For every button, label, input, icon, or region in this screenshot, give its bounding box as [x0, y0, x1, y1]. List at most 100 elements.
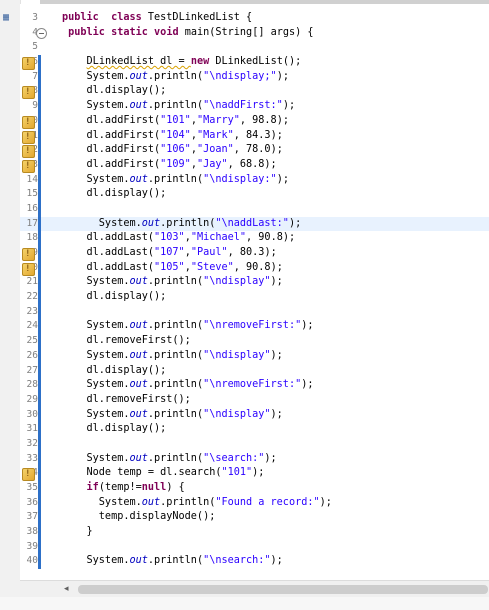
change-indicator — [38, 481, 41, 496]
code-line[interactable]: 35 if(temp!=null) { — [20, 481, 489, 496]
code-text[interactable]: dl.addFirst("109","Jay", 68.8); — [62, 158, 277, 173]
scroll-thumb[interactable] — [78, 585, 488, 594]
class-outline-icon[interactable]: ▦ — [3, 11, 17, 25]
code-text[interactable]: dl.addFirst("106","Joan", 78.0); — [62, 143, 283, 158]
code-text[interactable]: System.out.println("\nremoveFirst:"); — [62, 378, 314, 393]
warning-icon[interactable] — [22, 144, 35, 159]
code-text[interactable]: System.out.println("Found a record:"); — [62, 496, 332, 511]
code-text[interactable]: public static void main(String[] args) { — [62, 26, 313, 41]
code-line[interactable]: 38 } — [20, 525, 489, 540]
code-text[interactable]: DLinkedList dl = new DLinkedList(); — [62, 55, 302, 70]
code-text[interactable]: dl.display(); — [62, 187, 167, 202]
code-text[interactable]: dl.display(); — [62, 422, 167, 437]
code-line[interactable]: 33 System.out.println("\search:"); — [20, 451, 489, 467]
code-line[interactable]: 14 System.out.println("\ndisplay:"); — [20, 172, 489, 188]
code-line[interactable]: 28 System.out.println("\nremoveFirst:"); — [20, 378, 489, 393]
warning-icon[interactable] — [22, 130, 35, 144]
code-line[interactable]: 6 DLinkedList dl = new DLinkedList(); — [20, 55, 489, 71]
code-token: .println( — [147, 100, 204, 112]
code-line[interactable]: 39 — [20, 539, 489, 555]
code-line[interactable]: 36 System.out.println("Found a record:")… — [20, 495, 489, 511]
code-text[interactable]: dl.display(); — [62, 364, 167, 379]
code-line[interactable]: 16 — [20, 201, 489, 217]
scroll-left-arrow[interactable]: ◂ — [64, 584, 69, 594]
code-line[interactable]: 15 dl.display(); — [20, 187, 489, 202]
code-line[interactable]: 12 dl.addFirst("106","Joan", 78.0); — [20, 143, 489, 159]
code-text[interactable]: Node temp = dl.search("101"); — [62, 466, 265, 481]
code-token: ); — [301, 320, 314, 332]
code-text[interactable]: System.out.println("\ndisplay"); — [62, 349, 283, 364]
code-line[interactable]: 24 System.out.println("\nremoveFirst:"); — [20, 319, 489, 335]
code-line[interactable]: 5 — [20, 40, 489, 55]
code-line[interactable]: 4 public static void main(String[] args)… — [20, 26, 489, 41]
code-text[interactable]: System.out.println("\ndisplay"); — [62, 275, 283, 290]
change-indicator — [38, 436, 41, 452]
warning-icon[interactable] — [22, 115, 35, 130]
code-line[interactable]: 25 dl.removeFirst(); — [20, 334, 489, 349]
code-line[interactable]: 20 dl.addLast("105","Steve", 90.8); — [20, 260, 489, 276]
code-line[interactable]: 27 dl.display(); — [20, 363, 489, 379]
code-text[interactable]: System.out.println("\search:"); — [62, 452, 277, 467]
code-text[interactable]: System.out.println("\ndisplay"); — [62, 408, 283, 423]
code-line[interactable]: 22 dl.display(); — [20, 290, 489, 305]
code-text[interactable]: System.out.println("\ndisplay;"); — [62, 70, 289, 85]
code-text[interactable]: dl.addFirst("104","Mark", 84.3); — [62, 129, 283, 144]
code-text[interactable]: temp.displayNode(); — [62, 510, 216, 525]
change-indicator — [38, 55, 41, 70]
code-line[interactable]: 40 System.out.println("\nsearch:"); — [20, 554, 489, 570]
line-number: 22 — [26, 291, 38, 303]
code-line[interactable]: 26 System.out.println("\ndisplay"); — [20, 348, 489, 364]
code-line[interactable]: 11 dl.addFirst("104","Mark", 84.3); — [20, 128, 489, 144]
code-token: out — [141, 217, 161, 229]
code-text[interactable]: dl.removeFirst(); — [62, 393, 191, 408]
code-token: dl.addLast( — [62, 261, 155, 273]
collapse-fold-icon[interactable] — [36, 27, 47, 39]
code-line[interactable]: 18 dl.addLast("103","Michael", 90.8); — [20, 231, 489, 246]
code-text[interactable]: dl.addLast("103","Michael", 90.8); — [62, 231, 296, 246]
code-text[interactable]: System.out.println("\nsearch:"); — [62, 554, 283, 569]
code-line[interactable]: 10 dl.addFirst("101","Marry", 98.8); — [20, 113, 489, 130]
warning-icon[interactable] — [22, 247, 35, 262]
code-line[interactable]: 37 temp.displayNode(); — [20, 510, 489, 526]
line-number: 21 — [26, 276, 38, 288]
code-token: "105" — [154, 261, 185, 273]
code-editor[interactable]: ▦ 3public class TestDLinkedList {4 publi… — [0, 0, 489, 610]
warning-icon[interactable] — [22, 262, 35, 276]
code-line[interactable]: 32 — [20, 436, 489, 452]
code-text[interactable]: System.out.println("\naddLast:"); — [62, 217, 301, 232]
code-line[interactable]: 23 — [20, 304, 489, 320]
code-line[interactable]: 9 System.out.println("\naddFirst:"); — [20, 99, 489, 114]
code-token: System. — [62, 379, 130, 391]
horizontal-scrollbar[interactable]: ◂ — [20, 580, 489, 598]
code-line[interactable]: 3 public class TestDLinkedList { — [20, 11, 489, 26]
code-text[interactable]: dl.removeFirst(); — [62, 334, 191, 349]
code-line[interactable]: 8 dl.display(); — [20, 84, 489, 100]
code-text[interactable]: System.out.println("\ndisplay:"); — [62, 173, 289, 188]
code-text[interactable]: dl.display(); — [62, 290, 167, 305]
code-line[interactable]: 13 dl.addFirst("109","Jay", 68.8); — [20, 157, 489, 174]
code-lines[interactable]: 3public class TestDLinkedList {4 public … — [20, 11, 489, 570]
code-token: , 80.3); — [227, 247, 277, 258]
code-line[interactable]: 17 System.out.println("\naddLast:"); — [20, 216, 489, 232]
code-text[interactable]: public class TestDLinkedList { — [62, 11, 252, 26]
code-line[interactable]: 31 dl.display(); — [20, 422, 489, 437]
warning-icon[interactable] — [22, 159, 35, 174]
code-line[interactable]: 34 Node temp = dl.search("101"); — [20, 466, 489, 482]
code-text[interactable]: dl.display(); — [62, 84, 167, 99]
code-text[interactable]: } — [62, 525, 93, 540]
code-line[interactable]: 21 System.out.println("\ndisplay"); — [20, 275, 489, 291]
code-line[interactable]: 7 System.out.println("\ndisplay;"); — [20, 69, 489, 85]
code-text[interactable]: dl.addFirst("101","Marry", 98.8); — [62, 114, 289, 129]
code-line[interactable]: 30 System.out.println("\ndisplay"); — [20, 407, 489, 423]
code-line[interactable]: 29 dl.removeFirst(); — [20, 392, 489, 408]
code-text[interactable]: System.out.println("\nremoveFirst:"); — [62, 319, 314, 334]
warning-icon[interactable] — [22, 467, 35, 482]
code-text[interactable]: dl.addLast("105","Steve", 90.8); — [62, 261, 283, 276]
warning-icon[interactable] — [22, 85, 35, 100]
code-text[interactable]: System.out.println("\naddFirst:"); — [62, 99, 296, 114]
code-token: System. — [62, 100, 130, 112]
code-text[interactable]: if(temp!=null) { — [62, 481, 185, 496]
code-line[interactable]: 19 dl.addLast("107","Paul", 80.3); — [20, 246, 489, 262]
warning-icon[interactable] — [22, 56, 35, 71]
code-text[interactable]: dl.addLast("107","Paul", 80.3); — [62, 246, 277, 261]
